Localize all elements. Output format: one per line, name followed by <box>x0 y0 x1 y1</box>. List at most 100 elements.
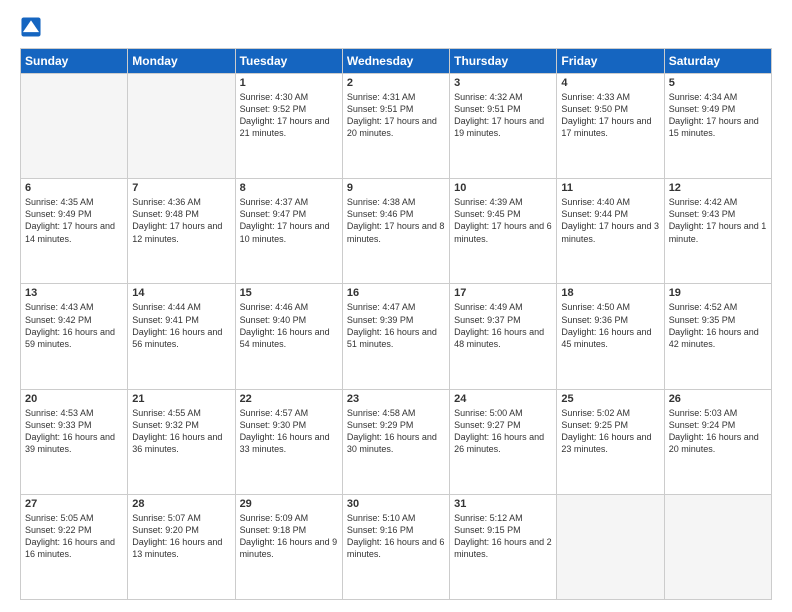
calendar-cell: 20Sunrise: 4:53 AM Sunset: 9:33 PM Dayli… <box>21 389 128 494</box>
cell-info: Sunrise: 4:42 AM Sunset: 9:43 PM Dayligh… <box>669 196 767 245</box>
calendar-cell: 23 Sunrise: 4:58 AM Sunset: 9:29 PM Dayli… <box>342 389 449 494</box>
day-number: 5 <box>669 77 767 89</box>
day-number: 17 <box>454 287 552 299</box>
cell-info: Sunrise: 4:40 AM Sunset: 9:44 PM Dayligh… <box>561 196 659 245</box>
day-number: 26 <box>669 393 767 405</box>
day-number: 27 <box>25 498 123 510</box>
week-row-4: 20Sunrise: 4:53 AM Sunset: 9:33 PM Dayli… <box>21 389 772 494</box>
day-number: 30 <box>347 498 445 510</box>
day-number: 1 <box>240 77 338 89</box>
logo-icon <box>20 16 42 38</box>
day-header-friday: Friday <box>557 49 664 74</box>
calendar-cell: 4 Sunrise: 4:33 AM Sunset: 9:50 PM Daylig… <box>557 74 664 179</box>
calendar-cell: 29 Sunrise: 5:09 AM Sunset: 9:18 PM Dayli… <box>235 494 342 599</box>
calendar-cell: 5 Sunrise: 4:34 AM Sunset: 9:49 PM Daylig… <box>664 74 771 179</box>
cell-info: Sunrise: 4:35 AM Sunset: 9:49 PM Dayligh… <box>25 196 123 245</box>
calendar-cell <box>128 74 235 179</box>
day-number: 28 <box>132 498 230 510</box>
calendar-cell: 24 Sunrise: 5:00 AM Sunset: 9:27 PM Dayli… <box>450 389 557 494</box>
day-number: 13 <box>25 287 123 299</box>
calendar-cell: 12 Sunrise: 4:42 AM Sunset: 9:43 PM Dayli… <box>664 179 771 284</box>
day-number: 3 <box>454 77 552 89</box>
cell-info: Sunrise: 4:31 AM Sunset: 9:51 PM Dayligh… <box>347 91 445 140</box>
calendar-cell: 16Sunrise: 4:47 AM Sunset: 9:39 PM Dayli… <box>342 284 449 389</box>
cell-info: Sunrise: 4:58 AM Sunset: 9:29 PM Dayligh… <box>347 407 445 456</box>
cell-info: Sunrise: 5:00 AM Sunset: 9:27 PM Dayligh… <box>454 407 552 456</box>
day-number: 10 <box>454 182 552 194</box>
cell-info: Sunrise: 5:09 AM Sunset: 9:18 PM Dayligh… <box>240 512 338 561</box>
day-number: 7 <box>132 182 230 194</box>
day-number: 12 <box>669 182 767 194</box>
header <box>20 16 772 38</box>
calendar-cell: 2 Sunrise: 4:31 AM Sunset: 9:51 PM Daylig… <box>342 74 449 179</box>
day-number: 2 <box>347 77 445 89</box>
calendar-cell <box>664 494 771 599</box>
calendar-cell: 10 Sunrise: 4:39 AM Sunset: 9:45 PM Dayli… <box>450 179 557 284</box>
logo <box>20 16 44 38</box>
calendar-cell: 31 Sunrise: 5:12 AM Sunset: 9:15 PM Dayli… <box>450 494 557 599</box>
calendar-cell: 22 Sunrise: 4:57 AM Sunset: 9:30 PM Dayli… <box>235 389 342 494</box>
calendar-cell: 26 Sunrise: 5:03 AM Sunset: 9:24 PM Dayli… <box>664 389 771 494</box>
cell-info: Sunrise: 4:53 AM Sunset: 9:33 PM Dayligh… <box>25 407 123 456</box>
day-number: 29 <box>240 498 338 510</box>
cell-info: Sunrise: 4:44 AM Sunset: 9:41 PM Dayligh… <box>132 301 230 350</box>
calendar-page: SundayMondayTuesdayWednesdayThursdayFrid… <box>0 0 792 612</box>
calendar-cell: 3 Sunrise: 4:32 AM Sunset: 9:51 PM Daylig… <box>450 74 557 179</box>
cell-info: Sunrise: 4:32 AM Sunset: 9:51 PM Dayligh… <box>454 91 552 140</box>
calendar-cell: 8Sunrise: 4:37 AM Sunset: 9:47 PM Daylig… <box>235 179 342 284</box>
day-number: 4 <box>561 77 659 89</box>
cell-info: Sunrise: 5:03 AM Sunset: 9:24 PM Dayligh… <box>669 407 767 456</box>
day-number: 15 <box>240 287 338 299</box>
day-number: 9 <box>347 182 445 194</box>
cell-info: Sunrise: 4:43 AM Sunset: 9:42 PM Dayligh… <box>25 301 123 350</box>
cell-info: Sunrise: 5:07 AM Sunset: 9:20 PM Dayligh… <box>132 512 230 561</box>
day-number: 14 <box>132 287 230 299</box>
day-header-monday: Monday <box>128 49 235 74</box>
calendar-cell: 28 Sunrise: 5:07 AM Sunset: 9:20 PM Dayli… <box>128 494 235 599</box>
cell-info: Sunrise: 4:30 AM Sunset: 9:52 PM Dayligh… <box>240 91 338 140</box>
day-header-sunday: Sunday <box>21 49 128 74</box>
calendar-cell: 30 Sunrise: 5:10 AM Sunset: 9:16 PM Dayli… <box>342 494 449 599</box>
calendar-cell: 1 Sunrise: 4:30 AM Sunset: 9:52 PM Daylig… <box>235 74 342 179</box>
calendar-cell <box>21 74 128 179</box>
cell-info: Sunrise: 4:52 AM Sunset: 9:35 PM Dayligh… <box>669 301 767 350</box>
cell-info: Sunrise: 4:34 AM Sunset: 9:49 PM Dayligh… <box>669 91 767 140</box>
day-number: 31 <box>454 498 552 510</box>
cell-info: Sunrise: 4:55 AM Sunset: 9:32 PM Dayligh… <box>132 407 230 456</box>
day-number: 24 <box>454 393 552 405</box>
day-number: 21 <box>132 393 230 405</box>
cell-info: Sunrise: 4:37 AM Sunset: 9:47 PM Dayligh… <box>240 196 338 245</box>
cell-info: Sunrise: 4:50 AM Sunset: 9:36 PM Dayligh… <box>561 301 659 350</box>
day-number: 16 <box>347 287 445 299</box>
calendar-header-row: SundayMondayTuesdayWednesdayThursdayFrid… <box>21 49 772 74</box>
calendar-cell: 13 Sunrise: 4:43 AM Sunset: 9:42 PM Dayli… <box>21 284 128 389</box>
day-header-wednesday: Wednesday <box>342 49 449 74</box>
calendar-cell: 7 Sunrise: 4:36 AM Sunset: 9:48 PM Daylig… <box>128 179 235 284</box>
cell-info: Sunrise: 5:10 AM Sunset: 9:16 PM Dayligh… <box>347 512 445 561</box>
day-number: 25 <box>561 393 659 405</box>
cell-info: Sunrise: 5:02 AM Sunset: 9:25 PM Dayligh… <box>561 407 659 456</box>
week-row-5: 27Sunrise: 5:05 AM Sunset: 9:22 PM Dayli… <box>21 494 772 599</box>
cell-info: Sunrise: 4:49 AM Sunset: 9:37 PM Dayligh… <box>454 301 552 350</box>
cell-info: Sunrise: 4:39 AM Sunset: 9:45 PM Dayligh… <box>454 196 552 245</box>
cell-info: Sunrise: 4:33 AM Sunset: 9:50 PM Dayligh… <box>561 91 659 140</box>
day-number: 11 <box>561 182 659 194</box>
calendar-cell: 9 Sunrise: 4:38 AM Sunset: 9:46 PM Daylig… <box>342 179 449 284</box>
cell-info: Sunrise: 4:38 AM Sunset: 9:46 PM Dayligh… <box>347 196 445 245</box>
cell-info: Sunrise: 5:12 AM Sunset: 9:15 PM Dayligh… <box>454 512 552 561</box>
calendar-cell: 6 Sunrise: 4:35 AM Sunset: 9:49 PM Daylig… <box>21 179 128 284</box>
day-header-tuesday: Tuesday <box>235 49 342 74</box>
calendar-cell: 27Sunrise: 5:05 AM Sunset: 9:22 PM Dayli… <box>21 494 128 599</box>
cell-info: Sunrise: 4:57 AM Sunset: 9:30 PM Dayligh… <box>240 407 338 456</box>
day-number: 6 <box>25 182 123 194</box>
calendar-cell: 21 Sunrise: 4:55 AM Sunset: 9:32 PM Dayli… <box>128 389 235 494</box>
day-number: 22 <box>240 393 338 405</box>
week-row-3: 13 Sunrise: 4:43 AM Sunset: 9:42 PM Dayli… <box>21 284 772 389</box>
week-row-1: 1 Sunrise: 4:30 AM Sunset: 9:52 PM Daylig… <box>21 74 772 179</box>
day-number: 23 <box>347 393 445 405</box>
calendar-cell: 25 Sunrise: 5:02 AM Sunset: 9:25 PM Dayli… <box>557 389 664 494</box>
day-header-thursday: Thursday <box>450 49 557 74</box>
cell-info: Sunrise: 4:36 AM Sunset: 9:48 PM Dayligh… <box>132 196 230 245</box>
calendar-cell: 17 Sunrise: 4:49 AM Sunset: 9:37 PM Dayli… <box>450 284 557 389</box>
calendar-cell <box>557 494 664 599</box>
